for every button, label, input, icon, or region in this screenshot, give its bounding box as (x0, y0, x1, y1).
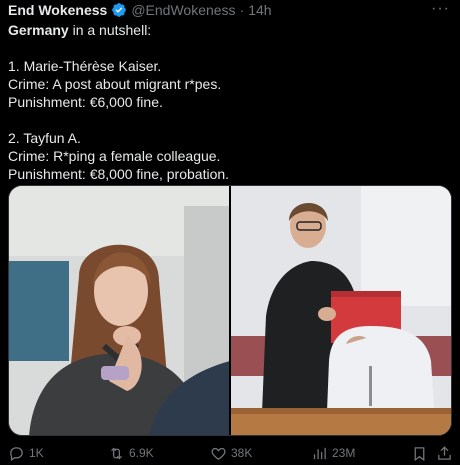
photo-courtroom[interactable] (230, 186, 451, 435)
view-count: 23M (332, 446, 356, 460)
photo-woman-seated[interactable] (9, 186, 229, 435)
intro-rest: in a nutshell: (68, 22, 152, 38)
tweet-header: End Wokeness @EndWokeness · 14h (8, 1, 272, 19)
share-button[interactable] (436, 443, 457, 463)
share-icon (438, 445, 451, 460)
reply-icon (10, 446, 23, 461)
repost-count: 6.9K (129, 446, 154, 460)
media-grid (8, 185, 452, 436)
intro-line: Germany in a nutshell: (8, 21, 448, 39)
separator-dot: · (239, 2, 245, 18)
more-options-icon[interactable]: ··· (431, 1, 450, 17)
reply-count: 1K (29, 446, 44, 460)
bookmark-icon (414, 446, 425, 461)
reply-button[interactable]: 1K (8, 443, 44, 463)
display-name[interactable]: End Wokeness (8, 2, 107, 18)
views-button[interactable]: 23M (311, 443, 355, 463)
action-bar: 1K 6.9K 38K 23M (0, 443, 460, 463)
like-count: 38K (231, 446, 253, 460)
heart-icon (211, 447, 226, 460)
case2-name: 2. Tayfun A. (8, 130, 81, 146)
case1-punishment: Punishment: €6,000 fine. (8, 94, 163, 110)
case1-crime: Crime: A post about migrant r*pes. (8, 76, 222, 92)
case2-crime: Crime: R*ping a female colleague. (8, 148, 221, 164)
like-button[interactable]: 38K (210, 443, 252, 463)
views-icon (313, 447, 326, 459)
case2-punishment: Punishment: €8,000 fine, probation. (8, 166, 230, 182)
repost-icon (111, 447, 122, 459)
tweet-text: Germany in a nutshell: 1. Marie-Thérèse … (8, 21, 448, 183)
case1-name: 1. Marie-Thérèse Kaiser. (8, 58, 162, 74)
intro-bold: Germany (8, 22, 69, 38)
bookmark-button[interactable] (411, 443, 432, 463)
user-handle[interactable]: @EndWokeness (131, 2, 235, 18)
verified-badge-icon (111, 2, 127, 18)
repost-button[interactable]: 6.9K (108, 443, 154, 463)
timestamp[interactable]: 14h (248, 2, 271, 18)
